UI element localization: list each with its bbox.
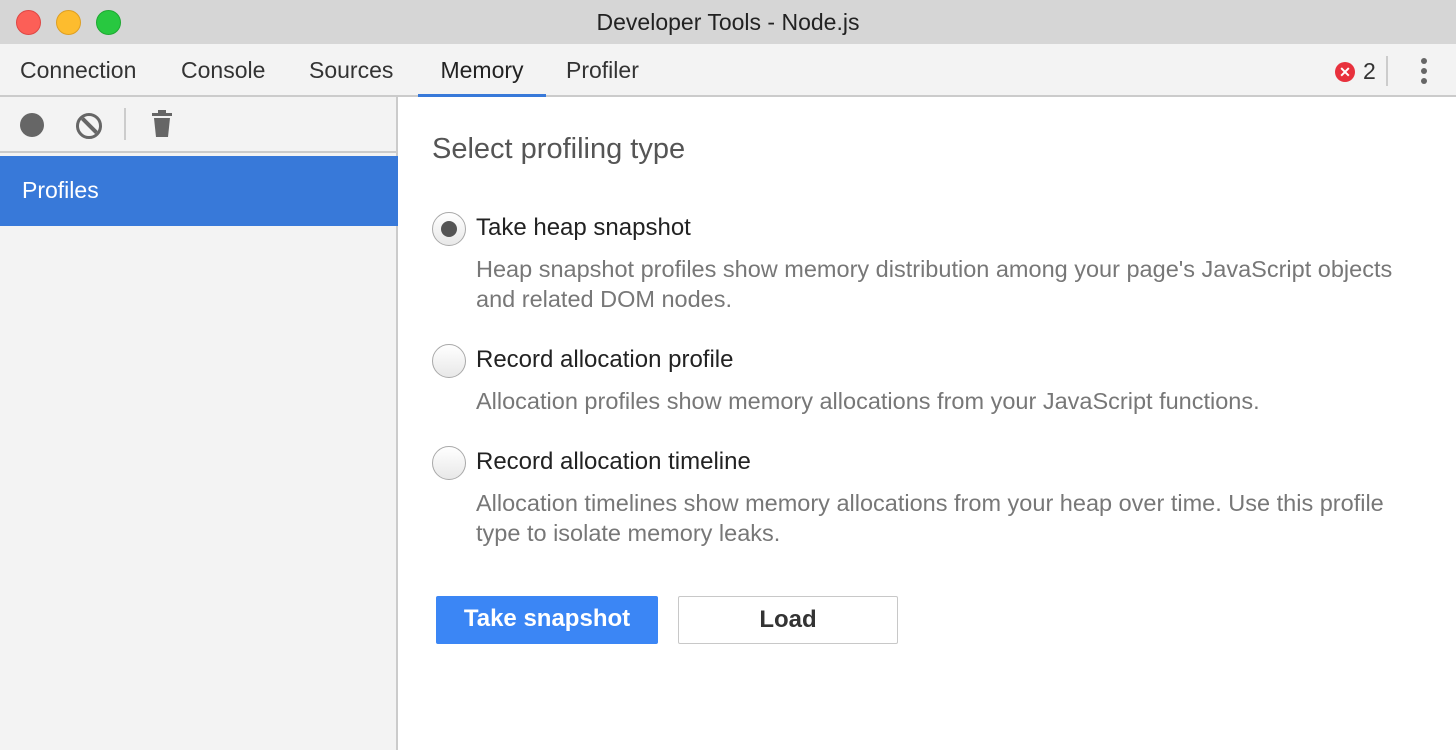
error-counter[interactable]: ✕ 2 bbox=[1335, 58, 1376, 85]
radio-allocation-profile[interactable] bbox=[432, 344, 466, 378]
divider bbox=[1386, 56, 1388, 86]
sidebar: Profiles bbox=[0, 97, 398, 750]
take-snapshot-button[interactable]: Take snapshot bbox=[436, 596, 658, 644]
more-options-icon[interactable] bbox=[1418, 58, 1430, 84]
option-description: Allocation profiles show memory allocati… bbox=[476, 388, 1260, 414]
window-title: Developer Tools - Node.js bbox=[596, 9, 860, 35]
page-title: Select profiling type bbox=[432, 133, 686, 165]
sidebar-item-profiles[interactable]: Profiles bbox=[0, 156, 398, 226]
sidebar-toolbar bbox=[0, 97, 396, 153]
option-label: Record allocation profile bbox=[476, 346, 734, 373]
error-icon: ✕ bbox=[1335, 61, 1355, 82]
delete-icon[interactable] bbox=[151, 110, 173, 143]
minimize-window-button[interactable] bbox=[56, 10, 81, 35]
option-description: Allocation timelines show memory allocat… bbox=[476, 490, 1384, 546]
option-label: Record allocation timeline bbox=[476, 448, 751, 475]
radio-heap-snapshot[interactable] bbox=[432, 212, 466, 246]
tab-sources[interactable]: Sources bbox=[309, 44, 393, 97]
clear-icon[interactable] bbox=[76, 113, 102, 139]
load-button[interactable]: Load bbox=[678, 596, 898, 644]
tab-bar: Connection Console Sources Memory Profil… bbox=[0, 44, 1456, 97]
option-label: Take heap snapshot bbox=[476, 214, 691, 241]
tab-profiler[interactable]: Profiler bbox=[566, 44, 639, 97]
error-count: 2 bbox=[1363, 58, 1376, 84]
tab-connection[interactable]: Connection bbox=[20, 44, 136, 97]
tab-memory[interactable]: Memory bbox=[418, 44, 546, 97]
tab-console[interactable]: Console bbox=[181, 44, 265, 97]
close-window-button[interactable] bbox=[16, 10, 41, 35]
divider bbox=[124, 108, 126, 140]
record-icon[interactable] bbox=[20, 113, 44, 137]
radio-allocation-timeline[interactable] bbox=[432, 446, 466, 480]
title-bar: Developer Tools - Node.js bbox=[0, 0, 1456, 44]
main-panel: Select profiling type Take heap snapshot… bbox=[400, 97, 1456, 750]
option-description: Heap snapshot profiles show memory distr… bbox=[476, 256, 1393, 312]
maximize-window-button[interactable] bbox=[96, 10, 121, 35]
